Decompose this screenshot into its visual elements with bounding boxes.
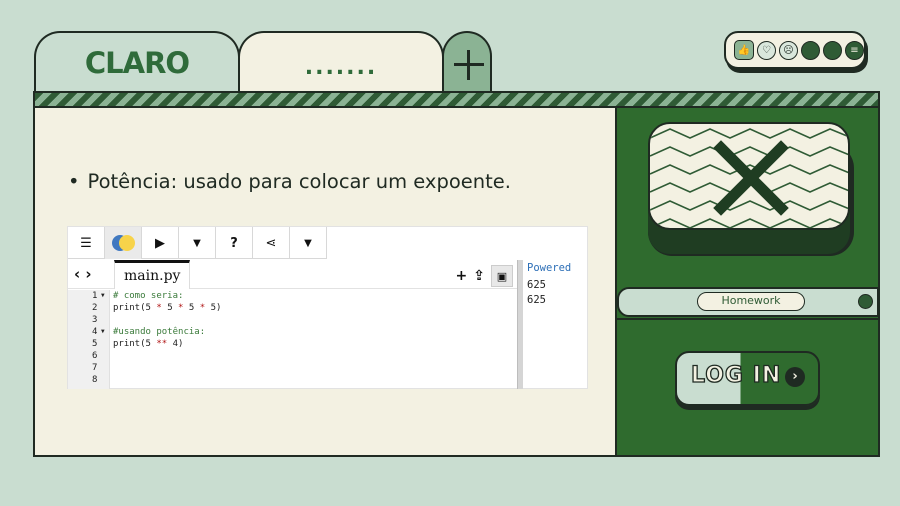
console-powered: Powered <box>527 262 572 274</box>
line-number: 4 ▼ <box>92 326 105 338</box>
code-area[interactable]: # como seria: print(5 * 5 * 5 * 5) #usando… <box>113 290 221 386</box>
menu-icon[interactable]: ☰ <box>68 227 105 259</box>
file-bar: ‹ › main.py + ⇪ ▣ <box>68 260 519 289</box>
code-editor: ☰ ▶ ▼ ? ⋖ ▼ ‹ › main.py + ⇪ ▣ 1 ▼ 2 3 4 ▼ 5 6 7 8… <box>67 226 588 389</box>
line-gutter: 1 ▼ 2 3 4 ▼ 5 6 7 8 <box>68 290 110 389</box>
homework-bar: Homework <box>617 287 879 317</box>
close-card[interactable] <box>648 122 850 230</box>
homework-button[interactable]: Homework <box>697 292 805 311</box>
code-line: print(5 ** 4) <box>113 339 184 349</box>
editor-toolbar: ☰ ▶ ▼ ? ⋖ ▼ <box>68 227 327 259</box>
file-name: main.py <box>124 268 181 284</box>
line-number: 6 <box>92 351 98 361</box>
dropdown-icon[interactable]: ▼ <box>179 227 216 259</box>
thumbs-up-icon[interactable]: 👍 <box>734 40 754 60</box>
login-label: LOG IN <box>690 362 782 388</box>
tab-claro[interactable]: CLARO <box>34 31 240 93</box>
console-line: 625 <box>527 294 546 306</box>
code-line: #usando potência: <box>113 327 206 337</box>
tab-dots-label: ....... <box>304 54 378 80</box>
upload-icon[interactable]: ⇪ <box>473 268 485 284</box>
help-icon[interactable]: ? <box>216 227 253 259</box>
dark-circle-icon[interactable] <box>823 40 842 60</box>
tab-claro-label: CLARO <box>84 46 190 80</box>
file-tab-main[interactable]: main.py <box>114 260 191 289</box>
add-file-icon[interactable]: + <box>456 268 468 284</box>
tab-dots[interactable]: ....... <box>238 31 444 93</box>
line-number: 2 <box>92 303 98 313</box>
bullet-text: Potência: usado para colocar um expoente… <box>87 170 511 193</box>
console-line: 625 <box>527 279 546 291</box>
nav-arrows-icon[interactable]: ‹ › <box>74 265 92 283</box>
chevron-right-icon: › <box>785 367 805 387</box>
login-button[interactable]: LOG IN › <box>675 351 820 406</box>
fold-icon[interactable]: ▼ <box>101 290 105 302</box>
run-icon[interactable]: ▶ <box>142 227 179 259</box>
divider <box>617 318 879 320</box>
dark-circle-icon[interactable] <box>801 40 820 60</box>
angry-face-icon[interactable]: ☹ <box>779 40 798 60</box>
status-dot-icon <box>858 294 873 309</box>
share-icon[interactable]: ⋖ <box>253 227 290 259</box>
code-line: # como seria: <box>113 291 184 301</box>
menu-circle-icon[interactable]: ≡ <box>845 40 864 60</box>
python-logo-icon[interactable] <box>105 227 142 259</box>
line-number: 7 <box>92 363 98 373</box>
heart-icon[interactable]: ♡ <box>757 40 776 60</box>
scrollbar[interactable] <box>517 260 523 389</box>
plus-icon-bar <box>454 63 484 66</box>
line-number: 8 <box>92 375 98 385</box>
reactions-bar: 👍 ♡ ☹ ≡ <box>724 31 866 69</box>
console-output: Powered 625 625 <box>527 261 587 308</box>
line-number: 1 ▼ <box>92 290 105 302</box>
dropdown-icon[interactable]: ▼ <box>290 227 327 259</box>
bullet-item: • Potência: usado para colocar um expoent… <box>68 170 511 193</box>
line-number: 5 <box>92 339 98 349</box>
line-number: 3 <box>92 315 98 325</box>
add-tab-button[interactable] <box>442 31 492 93</box>
close-icon <box>650 128 848 228</box>
code-line: print(5 * 5 * 5 * 5) <box>113 303 222 313</box>
file-bar-actions: + ⇪ ▣ <box>456 265 513 287</box>
fold-icon[interactable]: ▼ <box>101 326 105 338</box>
image-icon[interactable]: ▣ <box>491 265 513 287</box>
